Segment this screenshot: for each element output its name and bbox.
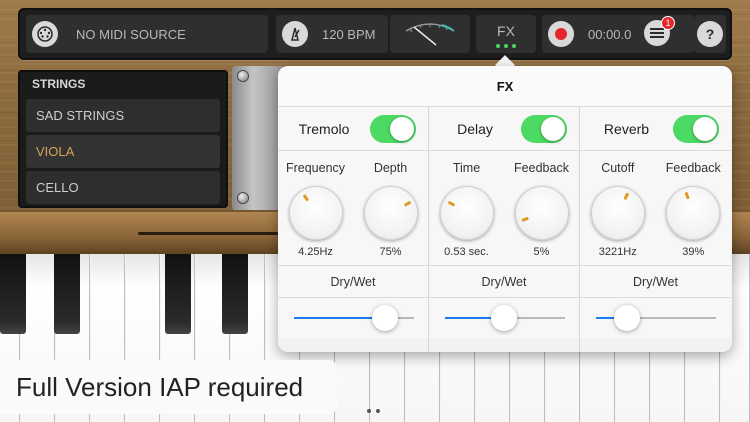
notification-badge: 1 (661, 16, 675, 30)
cutoff-value: 3221Hz (598, 246, 637, 258)
midi-source-label: NO MIDI SOURCE (76, 26, 186, 42)
tremolo-drywet-slider[interactable] (294, 305, 414, 331)
record-icon (555, 28, 567, 40)
string-item-sad-strings[interactable]: SAD STRINGS (26, 99, 220, 132)
knob-indicator (302, 194, 309, 202)
wood-groove (138, 232, 288, 235)
fx-delay-knobs: Time 0.53 sec. Feedback 5% (429, 151, 579, 266)
string-item-viola[interactable]: VIOLA (26, 135, 220, 168)
level-meter (390, 15, 470, 53)
knob-cell: Depth 75% (353, 151, 428, 265)
midi-source-button[interactable]: NO MIDI SOURCE (26, 15, 268, 53)
delay-toggle[interactable] (521, 114, 567, 143)
fx-delay: Delay Time 0.53 sec. Feedback 5% Dry/Wet (429, 107, 580, 352)
record-button[interactable] (548, 21, 574, 47)
reverb-toggle[interactable] (673, 114, 719, 143)
reverb-feedback-value: 39% (682, 246, 705, 258)
fx-effects: Tremolo Frequency 4.25Hz Depth 75% Dry/W… (278, 107, 732, 352)
fx-popover: FX Tremolo Frequency 4.25Hz Depth 75% Dr… (278, 66, 732, 352)
time-display: 00:00.0 (588, 26, 632, 42)
reverb-feedback-label: Feedback (665, 161, 721, 175)
black-key[interactable] (165, 254, 191, 334)
toggle-thumb (693, 116, 717, 141)
time-label: Time (452, 161, 481, 175)
tempo-button[interactable]: 120 BPM (276, 15, 388, 53)
toggle-thumb (541, 116, 565, 141)
depth-knob[interactable] (363, 186, 418, 240)
slider-thumb[interactable] (491, 305, 517, 331)
strings-title: STRINGS (32, 77, 86, 91)
frequency-value: 4.25Hz (298, 246, 333, 258)
depth-label: Depth (373, 161, 408, 175)
knob-cell: Feedback 39% (656, 151, 732, 265)
slider-thumb[interactable] (372, 305, 398, 331)
screw-bottom (238, 193, 248, 203)
fx-tremolo-knobs: Frequency 4.25Hz Depth 75% (278, 151, 428, 266)
help-button-segment: ? (694, 15, 726, 53)
screw-top (238, 71, 248, 81)
fx-tremolo-header: Tremolo (278, 107, 428, 151)
cutoff-label: Cutoff (601, 161, 635, 175)
reverb-drywet-slider[interactable] (596, 305, 716, 331)
drywet-label: Dry/Wet (580, 266, 731, 298)
time-value: 0.53 sec. (444, 246, 489, 258)
fx-delay-name: Delay (457, 120, 493, 137)
help-button[interactable]: ? (697, 21, 723, 47)
tremolo-drywet-slider-row (278, 298, 428, 338)
fx-reverb-name: Reverb (603, 120, 650, 137)
frequency-knob[interactable] (288, 186, 343, 240)
black-key[interactable] (54, 254, 80, 334)
delay-drywet-slider-row (429, 298, 579, 338)
time-knob[interactable] (439, 186, 494, 240)
fx-reverb: Reverb Cutoff 3221Hz Feedback 39% Dry/We… (580, 107, 731, 352)
knob-cell: Time 0.53 sec. (429, 151, 504, 265)
fx-reverb-header: Reverb (580, 107, 731, 151)
tremolo-toggle[interactable] (370, 114, 416, 143)
toggle-thumb (390, 116, 414, 141)
top-toolbar: NO MIDI SOURCE 120 BPM FX 00:00.0 1 ? (18, 8, 732, 60)
strings-panel: STRINGS SAD STRINGS VIOLA CELLO (18, 70, 228, 208)
knob-indicator (403, 200, 411, 207)
fx-active-indicator (496, 43, 516, 48)
fx-button[interactable]: FX (476, 15, 536, 53)
cutoff-knob[interactable] (590, 186, 645, 240)
knob-cell: Frequency 4.25Hz (278, 151, 353, 265)
page-indicator (367, 409, 380, 413)
knob-indicator (447, 200, 455, 207)
slider-thumb[interactable] (614, 305, 640, 331)
frequency-label: Frequency (285, 161, 346, 175)
midi-connector-icon (32, 21, 58, 47)
fx-label: FX (497, 22, 515, 39)
fx-delay-header: Delay (429, 107, 579, 151)
help-icon: ? (705, 26, 715, 42)
drywet-label: Dry/Wet (429, 266, 579, 298)
knob-indicator (520, 216, 529, 222)
knob-indicator (684, 191, 691, 200)
drywet-label: Dry/Wet (278, 266, 428, 298)
fx-tremolo: Tremolo Frequency 4.25Hz Depth 75% Dry/W… (278, 107, 429, 352)
iap-banner[interactable]: Full Version IAP required (0, 360, 338, 414)
fx-popover-title: FX (278, 66, 732, 107)
knob-indicator (623, 192, 629, 201)
depth-value: 75% (379, 246, 402, 258)
delay-drywet-slider[interactable] (445, 305, 565, 331)
fx-tremolo-name: Tremolo (298, 120, 350, 137)
fx-reverb-knobs: Cutoff 3221Hz Feedback 39% (580, 151, 731, 266)
delay-feedback-knob[interactable] (514, 186, 569, 240)
vu-meter-icon (405, 23, 455, 46)
string-item-cello[interactable]: CELLO (26, 171, 220, 204)
knob-cell: Feedback 5% (504, 151, 579, 265)
reverb-feedback-knob[interactable] (666, 186, 721, 240)
hamburger-icon (650, 28, 664, 38)
bpm-label: 120 BPM (322, 26, 376, 42)
delay-feedback-value: 5% (533, 246, 550, 258)
delay-feedback-label: Feedback (514, 161, 569, 175)
metronome-icon (282, 21, 308, 47)
black-key[interactable] (222, 254, 248, 334)
metal-plate (232, 66, 284, 210)
knob-cell: Cutoff 3221Hz (580, 151, 656, 265)
black-key[interactable] (0, 254, 26, 334)
reverb-drywet-slider-row (580, 298, 731, 338)
